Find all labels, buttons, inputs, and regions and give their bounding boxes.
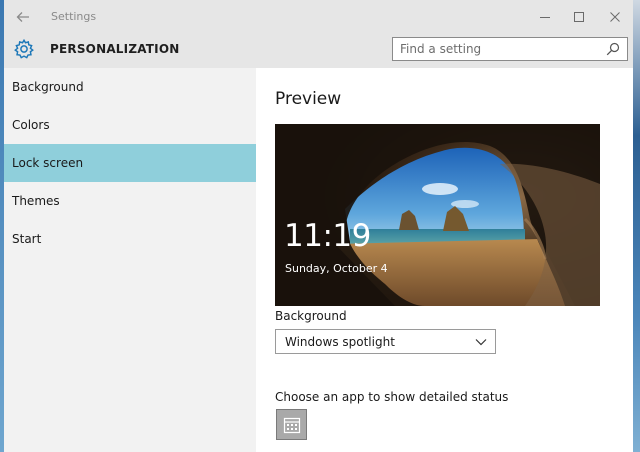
preview-heading: Preview <box>275 89 342 109</box>
background-dropdown[interactable]: Windows spotlight <box>275 329 496 354</box>
lock-screen-time: 11:19 <box>284 218 371 254</box>
background-dropdown-value: Windows spotlight <box>285 334 395 349</box>
sidebar-item-label: Start <box>12 232 42 246</box>
lock-screen-preview: 11:19 Sunday, October 4 <box>275 124 600 306</box>
maximize-button[interactable] <box>568 6 590 28</box>
gear-icon <box>14 38 34 59</box>
preview-image <box>275 124 600 306</box>
sidebar-item-themes[interactable]: Themes <box>4 182 256 220</box>
section-title: PERSONALIZATION <box>50 42 180 56</box>
sidebar-item-label: Lock screen <box>12 156 84 170</box>
minimize-icon <box>540 17 550 18</box>
search-box[interactable] <box>392 37 628 61</box>
sidebar-item-label: Background <box>12 80 84 94</box>
lock-screen-date: Sunday, October 4 <box>285 262 388 275</box>
chevron-down-icon <box>475 339 487 346</box>
title-bar: Settings <box>4 0 633 33</box>
search-input[interactable] <box>393 38 599 60</box>
desktop-background-right <box>632 0 640 452</box>
detailed-status-label: Choose an app to show detailed status <box>275 390 509 404</box>
window-title: Settings <box>51 10 97 23</box>
main-content: Preview 11:19 Sunday, October 4 Backgrou… <box>256 68 633 452</box>
sidebar-item-lock-screen[interactable]: Lock screen <box>4 144 256 182</box>
sidebar-item-label: Colors <box>12 118 50 132</box>
sidebar-item-background[interactable]: Background <box>4 68 256 106</box>
minimize-button[interactable] <box>534 6 556 28</box>
background-label: Background <box>275 309 347 323</box>
search-icon[interactable] <box>606 42 620 56</box>
sidebar-item-colors[interactable]: Colors <box>4 106 256 144</box>
back-button[interactable] <box>14 8 32 26</box>
back-arrow-icon <box>16 12 29 22</box>
close-icon <box>610 12 620 22</box>
detailed-status-app-button[interactable] <box>276 409 307 440</box>
settings-window: Settings PERSONALIZATION Find a setting … <box>4 0 633 452</box>
maximize-icon <box>574 12 584 22</box>
settings-header: PERSONALIZATION <box>4 33 633 68</box>
sidebar-item-start[interactable]: Start <box>4 220 256 258</box>
calendar-icon <box>283 417 300 433</box>
sidebar: Background Colors Lock screen Themes Sta… <box>4 68 256 452</box>
sidebar-item-label: Themes <box>12 194 60 208</box>
close-button[interactable] <box>604 6 626 28</box>
